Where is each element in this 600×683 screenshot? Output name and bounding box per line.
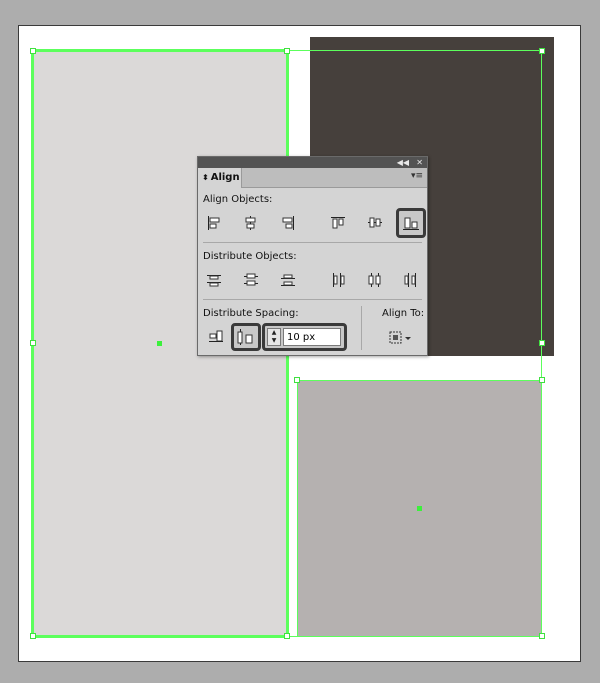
- spacing-value-control: ▲ ▼: [262, 323, 347, 351]
- vertical-align-bottom-icon: [403, 217, 419, 230]
- handle-bottom-right[interactable]: [539, 633, 545, 639]
- vertical-align-top-button[interactable]: [327, 212, 349, 234]
- horizontal-align-left-icon: [208, 216, 220, 230]
- handle-middle-right[interactable]: [539, 340, 545, 346]
- vertical-align-center-icon: [368, 217, 382, 228]
- horizontal-align-right-button[interactable]: [277, 212, 299, 234]
- panel-tabbar: ⬍ Align ▾≡: [198, 168, 427, 188]
- align-to-dropdown[interactable]: [388, 330, 414, 346]
- horizontal-distribute-center-button[interactable]: [364, 269, 386, 291]
- horizontal-distribute-space-button[interactable]: [205, 326, 227, 348]
- vertical-align-bottom-button[interactable]: [396, 208, 426, 238]
- vertical-align-top-icon: [331, 217, 345, 229]
- horizontal-distribute-right-icon: [404, 273, 416, 287]
- handle-middle-left[interactable]: [30, 340, 36, 346]
- close-icon[interactable]: ✕: [416, 157, 423, 168]
- section-divider: [203, 299, 422, 300]
- panel-titlebar[interactable]: ◀◀ ✕: [198, 157, 427, 168]
- vertical-divider: [361, 306, 362, 350]
- spacing-value-input[interactable]: [283, 328, 341, 346]
- distribute-objects-label: Distribute Objects:: [203, 251, 297, 262]
- spinner-arrows[interactable]: ▲ ▼: [267, 328, 281, 346]
- handle-top-middle[interactable]: [284, 48, 290, 54]
- handle-bottom-left[interactable]: [30, 633, 36, 639]
- gray-rect-center-point: [417, 506, 422, 511]
- align-to-key-object-icon: [389, 331, 411, 344]
- vertical-distribute-bottom-button[interactable]: [277, 269, 299, 291]
- horizontal-distribute-left-button[interactable]: [327, 269, 349, 291]
- handle-top-right[interactable]: [539, 48, 545, 54]
- vertical-distribute-space-icon: [237, 329, 253, 345]
- vertical-distribute-top-button[interactable]: [203, 269, 225, 291]
- handle-gray-top-right[interactable]: [539, 377, 545, 383]
- vertical-align-center-button[interactable]: [364, 212, 386, 234]
- horizontal-align-right-icon: [282, 216, 294, 230]
- horizontal-align-center-icon: [245, 216, 256, 230]
- section-divider: [203, 242, 422, 243]
- horizontal-distribute-right-button[interactable]: [399, 269, 421, 291]
- horizontal-distribute-center-icon: [368, 273, 381, 287]
- handle-top-left[interactable]: [30, 48, 36, 54]
- vertical-distribute-center-button[interactable]: [240, 269, 262, 291]
- horizontal-align-left-button[interactable]: [203, 212, 225, 234]
- horizontal-align-center-button[interactable]: [240, 212, 262, 234]
- left-rect-center-point: [157, 341, 162, 346]
- panel-menu-icon[interactable]: ▾≡: [411, 171, 423, 181]
- vertical-distribute-center-icon: [244, 273, 258, 286]
- updown-arrows-icon: ⬍: [202, 173, 209, 182]
- vertical-distribute-bottom-icon: [281, 274, 295, 286]
- align-objects-label: Align Objects:: [203, 194, 273, 205]
- horizontal-distribute-left-icon: [333, 273, 345, 287]
- double-chevron-left-icon[interactable]: ◀◀: [397, 157, 409, 168]
- tab-align[interactable]: ⬍ Align: [198, 168, 242, 188]
- vertical-distribute-top-icon: [207, 275, 221, 287]
- align-to-label: Align To:: [382, 308, 425, 319]
- handle-gray-top-left[interactable]: [294, 377, 300, 383]
- handle-bottom-middle[interactable]: [284, 633, 290, 639]
- distribute-spacing-label: Distribute Spacing:: [203, 308, 299, 319]
- horizontal-distribute-space-icon: [209, 330, 223, 342]
- vertical-distribute-space-button[interactable]: [231, 323, 261, 351]
